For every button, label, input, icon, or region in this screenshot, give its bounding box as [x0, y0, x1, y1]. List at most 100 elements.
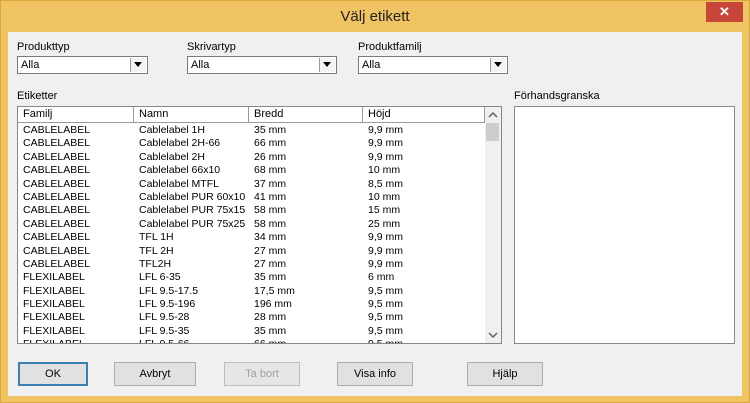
table-cell: 35 mm: [254, 271, 287, 284]
cancel-button[interactable]: Avbryt: [114, 362, 196, 386]
table-row[interactable]: CABLELABEL TFL 1H 34 mm 9,9 mm: [18, 231, 485, 244]
delete-button[interactable]: Ta bort: [224, 362, 300, 386]
table-cell: 34 mm: [254, 231, 287, 244]
table-cell: 9,9 mm: [368, 150, 404, 163]
table-row[interactable]: CABLELABEL Cablelabel 1H 35 mm 9,9 mm: [18, 124, 485, 137]
chevron-up-icon: [488, 111, 498, 118]
window-title: Välj etikett: [340, 8, 410, 25]
table-row[interactable]: CABLELABEL Cablelabel PUR 75x15 58 mm 15 mm: [18, 204, 485, 217]
ok-button[interactable]: OK: [18, 362, 88, 386]
table-cell: FLEXILABEL: [23, 324, 85, 337]
table-row[interactable]: CABLELABEL Cablelabel 66x10 68 mm 10 mm: [18, 164, 485, 177]
table-cell: 9,9 mm: [368, 257, 404, 270]
table-cell: 196 mm: [254, 298, 292, 311]
table-cell: 9,5 mm: [368, 284, 404, 297]
chevron-down-icon: [134, 62, 142, 67]
produktfamilj-label: Produktfamilj: [358, 41, 422, 53]
scroll-up-button[interactable]: [485, 107, 501, 123]
table-row[interactable]: CABLELABEL Cablelabel PUR 75x25 58 mm 25 mm: [18, 218, 485, 231]
table-cell: Cablelabel 1H: [139, 124, 205, 136]
scroll-down-button[interactable]: [485, 327, 501, 343]
table-cell: LFL 9.5-196: [139, 298, 196, 311]
table-row[interactable]: FLEXILABEL LFL 9.5-66 66 mm 9,5 mm: [18, 338, 485, 343]
produktfamilj-dropdown[interactable]: Alla: [358, 56, 508, 74]
table-row[interactable]: CABLELABEL Cablelabel 2H-66 66 mm 9,9 mm: [18, 137, 485, 150]
table-row[interactable]: CABLELABEL TFL2H 27 mm 9,9 mm: [18, 258, 485, 271]
help-button[interactable]: Hjälp: [467, 362, 543, 386]
table-cell: 35 mm: [254, 324, 287, 337]
table-cell: 68 mm: [254, 164, 287, 177]
produkttyp-dropdown-button[interactable]: [130, 58, 146, 72]
table-cell: CABLELABEL: [23, 190, 91, 203]
table-cell: 35 mm: [254, 124, 287, 136]
table-cell: CABLELABEL: [23, 231, 91, 244]
produkttyp-label: Produkttyp: [17, 41, 70, 53]
produkttyp-dropdown[interactable]: Alla: [17, 56, 148, 74]
skrivartyp-dropdown[interactable]: Alla: [187, 56, 337, 74]
produktfamilj-dropdown-button[interactable]: [490, 58, 506, 72]
table-cell: CABLELABEL: [23, 257, 91, 270]
labels-list[interactable]: Familj Namn Bredd Höjd CABLELABEL Cablela…: [17, 106, 502, 344]
table-cell: TFL2H: [139, 257, 172, 270]
produkttyp-value: Alla: [21, 59, 40, 71]
table-cell: Cablelabel PUR 75x25: [139, 217, 246, 230]
table-cell: TFL 1H: [139, 231, 174, 244]
table-cell: CABLELABEL: [23, 124, 91, 136]
table-cell: 9,9 mm: [368, 137, 404, 150]
table-row[interactable]: CABLELABEL Cablelabel MTFL 37 mm 8,5 mm: [18, 178, 485, 191]
table-cell: 27 mm: [254, 244, 287, 257]
table-cell: CABLELABEL: [23, 204, 91, 217]
column-header-bredd[interactable]: Bredd: [249, 107, 363, 123]
table-row[interactable]: CABLELABEL Cablelabel 2H 26 mm 9,9 mm: [18, 151, 485, 164]
table-cell: 26 mm: [254, 150, 287, 163]
table-cell: CABLELABEL: [23, 150, 91, 163]
chevron-down-icon: [323, 62, 331, 67]
column-header-hojd[interactable]: Höjd: [363, 107, 485, 123]
table-cell: 58 mm: [254, 204, 287, 217]
table-cell: CABLELABEL: [23, 164, 91, 177]
table-cell: 66 mm: [254, 338, 286, 343]
table-cell: 9,5 mm: [368, 324, 404, 337]
list-header: Familj Namn Bredd Höjd: [18, 107, 485, 123]
table-cell: Cablelabel 2H: [139, 150, 205, 163]
table-cell: 58 mm: [254, 217, 287, 230]
table-cell: 10 mm: [368, 190, 401, 203]
table-cell: 17,5 mm: [254, 284, 295, 297]
table-cell: Cablelabel PUR 60x10: [139, 190, 246, 203]
table-cell: 9,9 mm: [368, 124, 404, 136]
table-row[interactable]: FLEXILABEL LFL 9.5-35 35 mm 9,5 mm: [18, 325, 485, 338]
table-cell: 6 mm: [368, 271, 395, 284]
table-cell: LFL 9.5-28: [139, 311, 190, 324]
table-cell: 41 mm: [254, 190, 287, 203]
table-cell: 8,5 mm: [368, 177, 404, 190]
scrollbar-thumb[interactable]: [486, 123, 499, 141]
skrivartyp-dropdown-button[interactable]: [319, 58, 335, 72]
table-cell: Cablelabel 2H-66: [139, 137, 221, 150]
table-row[interactable]: FLEXILABEL LFL 9.5-28 28 mm 9,5 mm: [18, 311, 485, 324]
table-row[interactable]: CABLELABEL Cablelabel PUR 60x10 41 mm 10 mm: [18, 191, 485, 204]
table-row[interactable]: FLEXILABEL LFL 6-35 35 mm 6 mm: [18, 271, 485, 284]
table-cell: CABLELABEL: [23, 217, 91, 230]
column-header-namn[interactable]: Namn: [134, 107, 249, 123]
table-row[interactable]: FLEXILABEL LFL 9.5-196 196 mm 9,5 mm: [18, 298, 485, 311]
table-cell: LFL 9.5-66: [139, 338, 189, 343]
table-cell: LFL 9.5-17.5: [139, 284, 199, 297]
table-row[interactable]: FLEXILABEL LFL 9.5-17.5 17,5 mm 9,5 mm: [18, 285, 485, 298]
table-cell: FLEXILABEL: [23, 284, 85, 297]
dialog-window: Välj etikett ✕ Produkttyp Alla Skrivarty…: [0, 0, 750, 403]
info-button[interactable]: Visa info: [337, 362, 413, 386]
table-cell: Cablelabel MTFL: [139, 177, 219, 190]
title-bar[interactable]: Välj etikett ✕: [1, 1, 749, 32]
table-cell: 9,9 mm: [368, 231, 404, 244]
table-cell: 37 mm: [254, 177, 287, 190]
column-header-familj[interactable]: Familj: [18, 107, 134, 123]
table-cell: 9,9 mm: [368, 244, 404, 257]
list-rows: CABLELABEL Cablelabel 1H 35 mm 9,9 mm CABLEL…: [18, 124, 485, 343]
table-row[interactable]: CABLELABEL TFL 2H 27 mm 9,9 mm: [18, 245, 485, 258]
table-cell: 15 mm: [368, 204, 401, 217]
table-cell: CABLELABEL: [23, 137, 91, 150]
close-icon: ✕: [719, 4, 730, 19]
close-button[interactable]: ✕: [706, 2, 743, 22]
vertical-scrollbar[interactable]: [485, 107, 501, 343]
table-cell: 9,5 mm: [368, 338, 403, 343]
